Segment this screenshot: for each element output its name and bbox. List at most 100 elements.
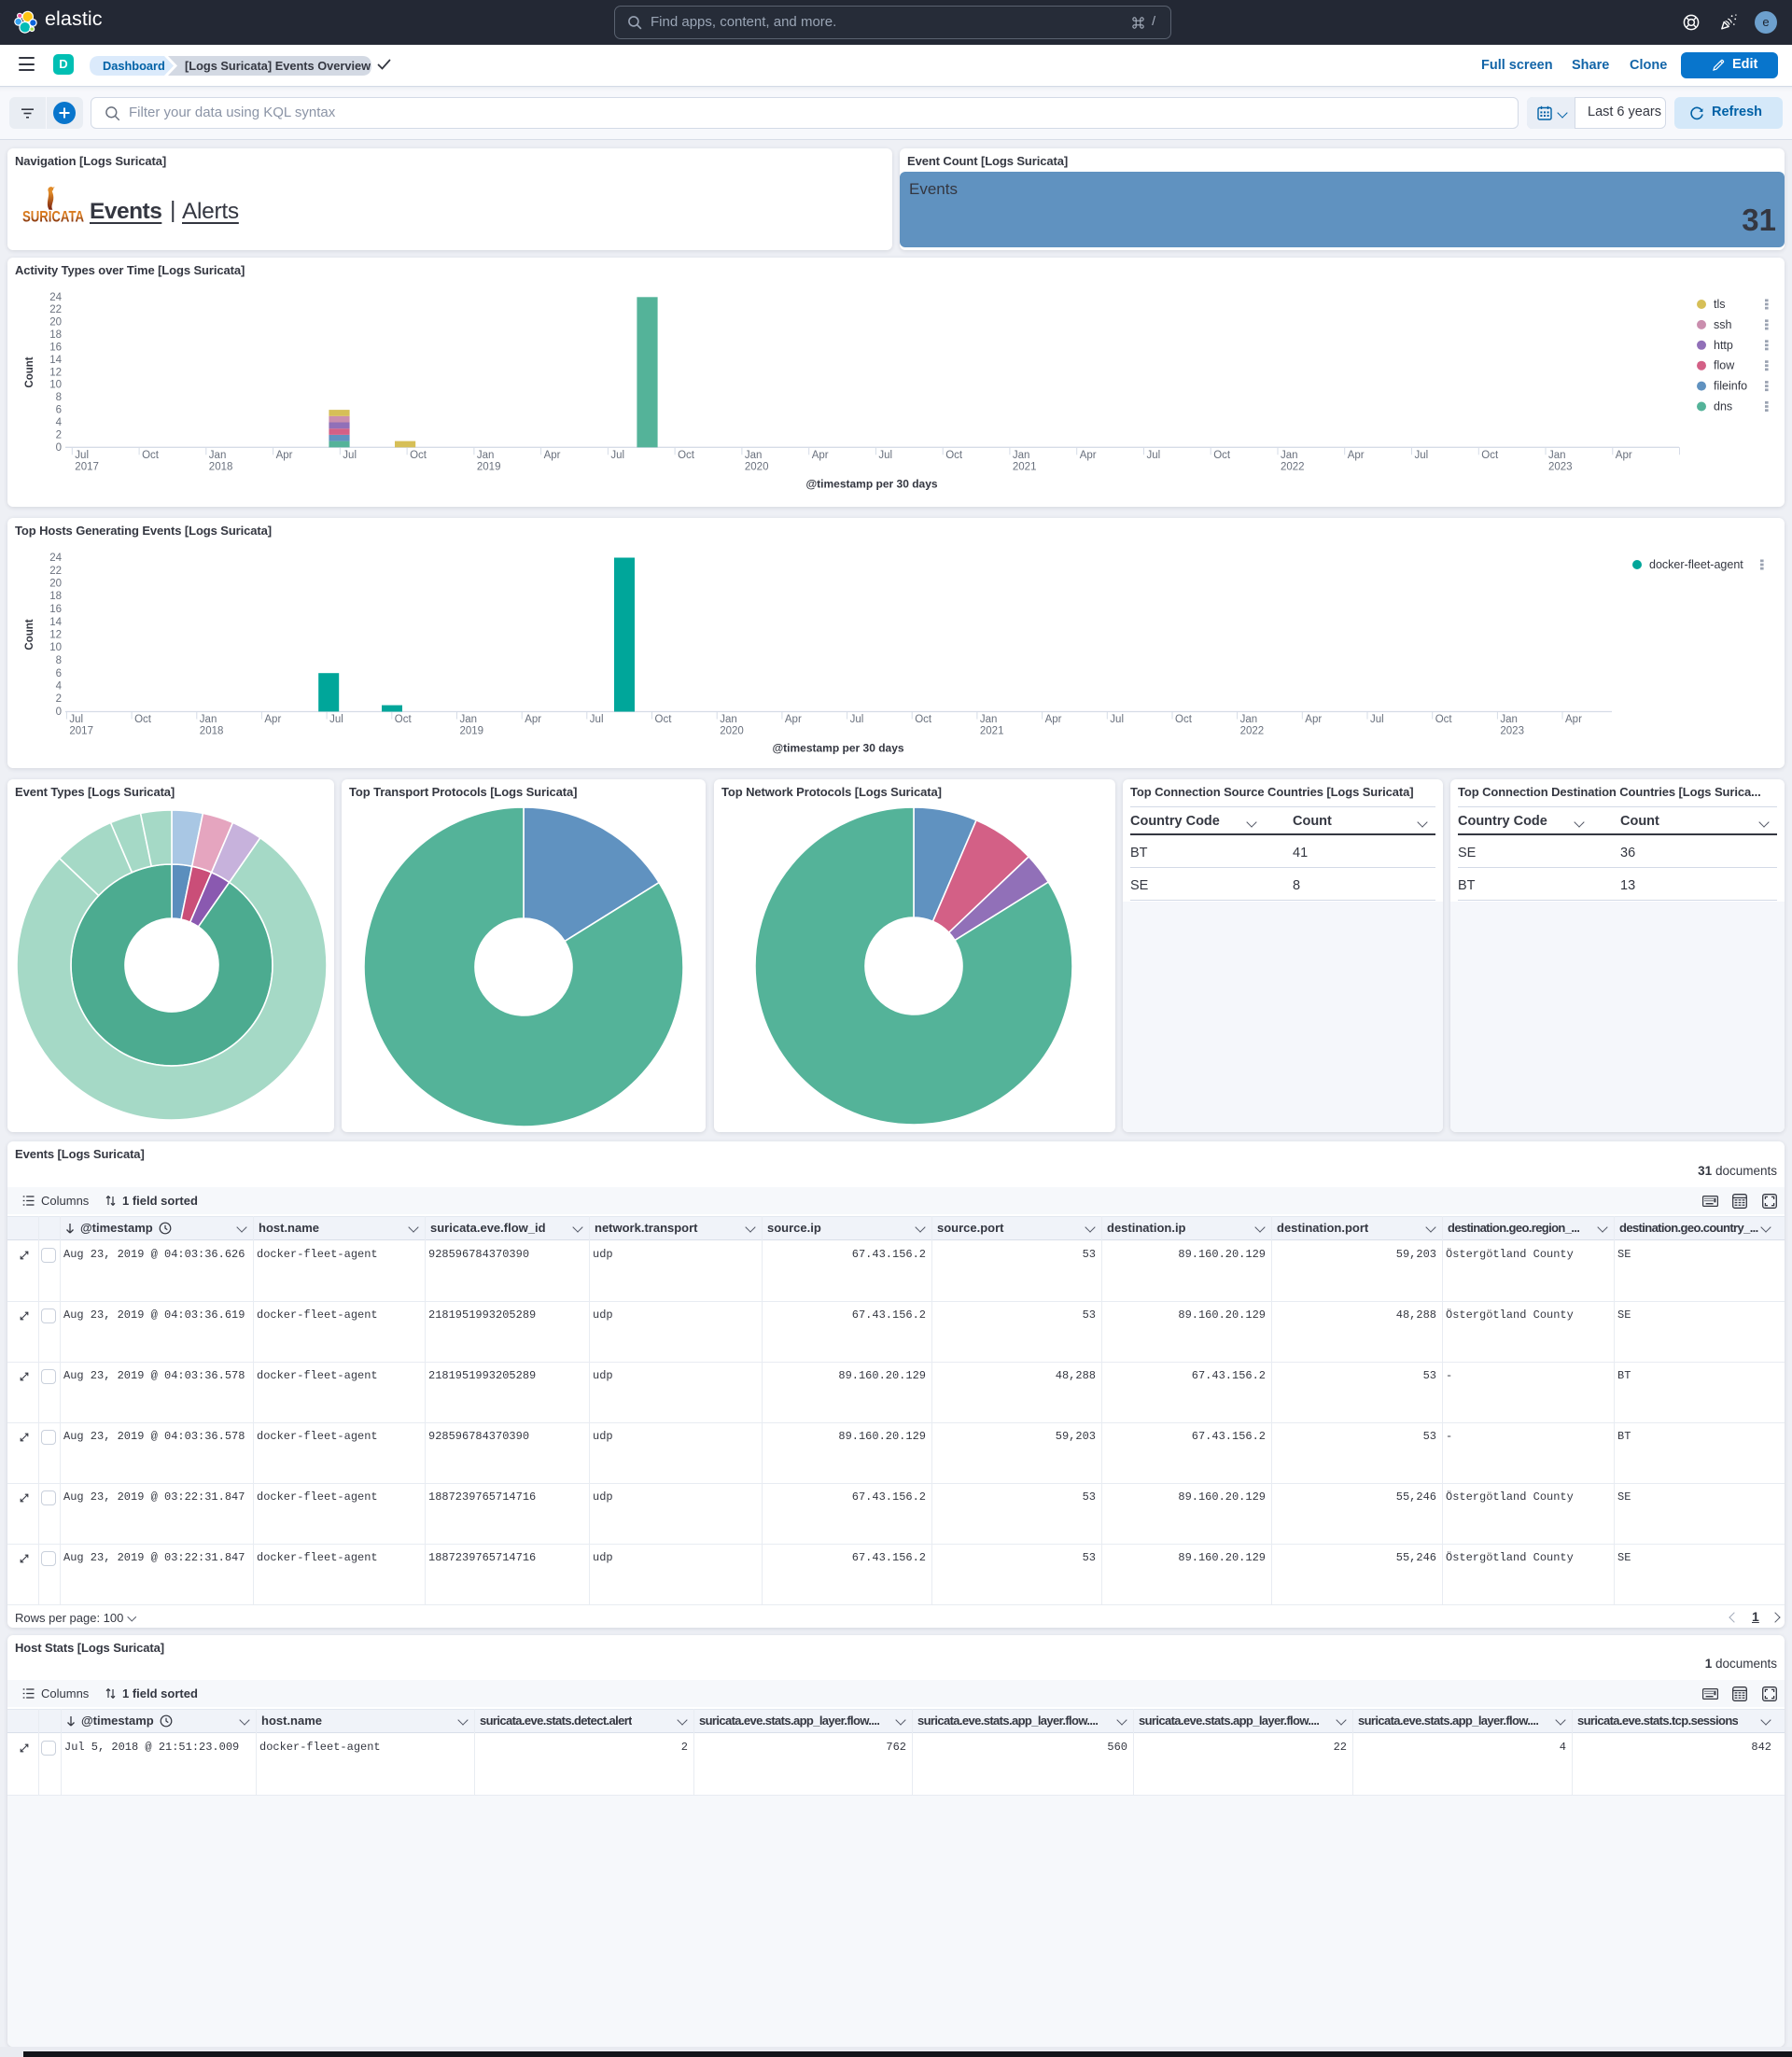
svg-text:2019: 2019 bbox=[477, 461, 501, 472]
svg-text:Oct: Oct bbox=[1435, 714, 1453, 725]
svg-text:Jul: Jul bbox=[329, 714, 343, 725]
svg-text:Jul: Jul bbox=[850, 714, 864, 725]
svg-text:Apr: Apr bbox=[264, 714, 281, 725]
svg-text:Jan: Jan bbox=[980, 714, 998, 725]
svg-text:Oct: Oct bbox=[1175, 714, 1193, 725]
svg-text:10: 10 bbox=[49, 380, 62, 391]
svg-text:16: 16 bbox=[49, 604, 62, 615]
svg-text:Jul: Jul bbox=[1147, 450, 1161, 461]
svg-text:Jul: Jul bbox=[343, 450, 357, 461]
svg-text:20: 20 bbox=[49, 579, 62, 590]
svg-text:dns: dns bbox=[1714, 400, 1732, 413]
svg-text:Jan: Jan bbox=[745, 450, 763, 461]
svg-text:2018: 2018 bbox=[200, 726, 224, 737]
svg-text:Jul: Jul bbox=[69, 714, 83, 725]
svg-text:Jan: Jan bbox=[209, 450, 227, 461]
svg-text:Dashboard: Dashboard bbox=[103, 59, 165, 73]
svg-text:24: 24 bbox=[49, 292, 62, 303]
svg-text:22: 22 bbox=[49, 566, 62, 577]
svg-text:2023: 2023 bbox=[1500, 726, 1524, 737]
svg-text:8: 8 bbox=[56, 655, 62, 666]
svg-text:Jul: Jul bbox=[1415, 450, 1429, 461]
svg-text:Jan: Jan bbox=[1240, 714, 1258, 725]
svg-text:4: 4 bbox=[56, 681, 63, 693]
svg-text:Jan: Jan bbox=[1281, 450, 1298, 461]
svg-text:Oct: Oct bbox=[1481, 450, 1499, 461]
svg-text:2019: 2019 bbox=[460, 726, 484, 737]
svg-text:14: 14 bbox=[49, 617, 62, 628]
svg-text:Jul: Jul bbox=[878, 450, 892, 461]
svg-text:Jul: Jul bbox=[1370, 714, 1384, 725]
svg-text:Count: Count bbox=[24, 619, 35, 650]
svg-text:fileinfo: fileinfo bbox=[1714, 380, 1747, 393]
svg-text:8: 8 bbox=[56, 392, 62, 403]
svg-text:Apr: Apr bbox=[1616, 450, 1632, 461]
svg-text:Jul: Jul bbox=[1110, 714, 1124, 725]
svg-text:tls: tls bbox=[1714, 298, 1726, 311]
svg-text:10: 10 bbox=[49, 642, 62, 653]
svg-text:6: 6 bbox=[56, 405, 62, 416]
svg-text:Jul: Jul bbox=[75, 450, 89, 461]
svg-text:Apr: Apr bbox=[1045, 714, 1062, 725]
svg-text:@timestamp per 30 days: @timestamp per 30 days bbox=[805, 477, 937, 490]
svg-text:Oct: Oct bbox=[395, 714, 413, 725]
svg-text:Apr: Apr bbox=[812, 450, 829, 461]
svg-text:Apr: Apr bbox=[276, 450, 293, 461]
svg-text:Apr: Apr bbox=[1305, 714, 1322, 725]
svg-text:2020: 2020 bbox=[720, 726, 744, 737]
svg-text:Jan: Jan bbox=[460, 714, 478, 725]
svg-text:SURICATA: SURICATA bbox=[22, 208, 84, 225]
svg-text:24: 24 bbox=[49, 553, 62, 564]
svg-text:Apr: Apr bbox=[525, 714, 541, 725]
svg-text:Apr: Apr bbox=[785, 714, 802, 725]
svg-text:Apr: Apr bbox=[1080, 450, 1097, 461]
svg-text:Apr: Apr bbox=[544, 450, 561, 461]
svg-text:2: 2 bbox=[56, 429, 62, 441]
svg-text:@timestamp per 30 days: @timestamp per 30 days bbox=[772, 742, 903, 755]
svg-text:Jan: Jan bbox=[720, 714, 737, 725]
svg-text:2022: 2022 bbox=[1281, 461, 1305, 472]
svg-text:18: 18 bbox=[49, 329, 62, 341]
svg-text:4: 4 bbox=[56, 417, 63, 428]
svg-text:Jul: Jul bbox=[610, 450, 624, 461]
svg-text:6: 6 bbox=[56, 668, 62, 679]
svg-text:12: 12 bbox=[49, 367, 62, 378]
svg-text:18: 18 bbox=[49, 591, 62, 602]
svg-text:2023: 2023 bbox=[1548, 461, 1573, 472]
svg-text:docker-fleet-agent: docker-fleet-agent bbox=[1649, 558, 1743, 571]
svg-text:Oct: Oct bbox=[142, 450, 160, 461]
svg-text:Oct: Oct bbox=[945, 450, 963, 461]
svg-text:2021: 2021 bbox=[980, 726, 1004, 737]
svg-text:Oct: Oct bbox=[1213, 450, 1231, 461]
svg-text:2021: 2021 bbox=[1013, 461, 1037, 472]
svg-text:ssh: ssh bbox=[1714, 318, 1732, 331]
svg-text:0: 0 bbox=[56, 707, 62, 718]
svg-text:2020: 2020 bbox=[745, 461, 769, 472]
svg-text:Oct: Oct bbox=[410, 450, 427, 461]
svg-text:2018: 2018 bbox=[209, 461, 233, 472]
svg-text:Jan: Jan bbox=[477, 450, 495, 461]
svg-text:Oct: Oct bbox=[915, 714, 932, 725]
svg-text:22: 22 bbox=[49, 304, 62, 315]
svg-text:Count: Count bbox=[24, 357, 35, 387]
svg-text:2022: 2022 bbox=[1240, 726, 1265, 737]
svg-text:Jul: Jul bbox=[590, 714, 604, 725]
svg-text:Oct: Oct bbox=[655, 714, 673, 725]
svg-text:Oct: Oct bbox=[134, 714, 152, 725]
svg-text:Jan: Jan bbox=[200, 714, 217, 725]
svg-text:20: 20 bbox=[49, 317, 62, 329]
svg-text:Jan: Jan bbox=[1013, 450, 1030, 461]
svg-text:Jan: Jan bbox=[1548, 450, 1566, 461]
svg-text:Apr: Apr bbox=[1565, 714, 1582, 725]
svg-text:[Logs Suricata] Events Overvie: [Logs Suricata] Events Overview bbox=[185, 59, 371, 73]
svg-text:2: 2 bbox=[56, 693, 62, 705]
svg-text:0: 0 bbox=[56, 442, 62, 454]
svg-text:flow: flow bbox=[1714, 359, 1735, 372]
svg-text:16: 16 bbox=[49, 343, 62, 354]
svg-text:http: http bbox=[1714, 339, 1733, 352]
svg-text:Apr: Apr bbox=[1348, 450, 1365, 461]
svg-text:12: 12 bbox=[49, 630, 62, 641]
svg-text:2017: 2017 bbox=[75, 461, 99, 472]
svg-text:2017: 2017 bbox=[69, 726, 93, 737]
svg-text:Jan: Jan bbox=[1500, 714, 1518, 725]
